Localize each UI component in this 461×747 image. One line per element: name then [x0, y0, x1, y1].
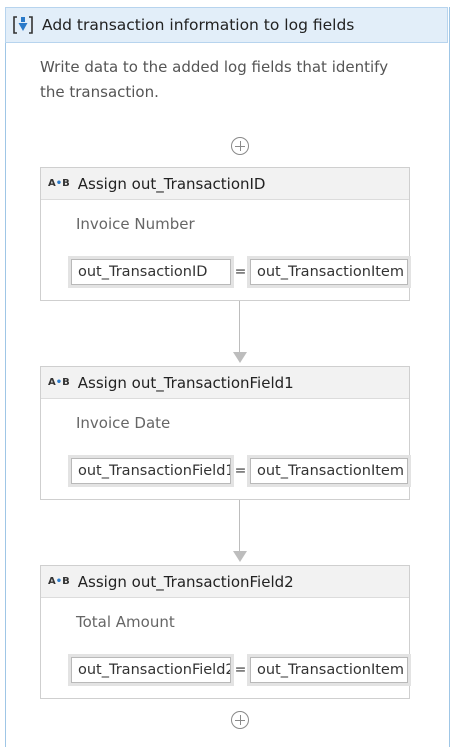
sequence-header[interactable]: Add transaction information to log field… — [5, 7, 448, 43]
sequence-title: Add transaction information to log field… — [42, 16, 355, 34]
activity-annotation: Total Amount — [76, 613, 175, 631]
assign-to-value: out_TransactionField2 — [71, 657, 231, 683]
add-activity-plus-icon[interactable] — [231, 711, 249, 729]
arrow-down-icon — [233, 551, 247, 562]
assign-icon: A•B — [48, 576, 70, 587]
activity-header: A•B Assign out_TransactionID — [41, 168, 409, 200]
add-activity-plus-icon[interactable] — [231, 137, 249, 155]
activity-title: Assign out_TransactionID — [77, 174, 266, 193]
activity-header: A•B Assign out_TransactionField1 — [41, 367, 409, 399]
assign-activity-transaction-field2[interactable]: A•B Assign out_TransactionField2 Total A… — [40, 565, 411, 699]
assign-value: out_TransactionItem — [250, 259, 408, 285]
activity-title: Assign out_TransactionField1 — [77, 373, 294, 392]
equals-sign: = — [234, 463, 247, 479]
assign-icon: A•B — [48, 377, 70, 388]
assign-value-field[interactable]: out_TransactionItem — [247, 256, 411, 288]
assign-activity-transaction-id[interactable]: A•B Assign out_TransactionID Invoice Num… — [40, 167, 411, 301]
connector-line — [239, 301, 240, 354]
assign-value-field[interactable]: out_TransactionItem — [247, 654, 411, 686]
workflow-designer: Add transaction information to log field… — [0, 0, 461, 747]
assign-to-field[interactable]: out_TransactionField2 — [68, 654, 234, 686]
assign-value: out_TransactionItem — [250, 657, 408, 683]
equals-sign: = — [234, 264, 247, 280]
sequence-description: Write data to the added log fields that … — [40, 58, 389, 101]
arrow-down-icon — [233, 352, 247, 363]
activity-header: A•B Assign out_TransactionField2 — [41, 566, 409, 598]
connector-line — [239, 500, 240, 553]
equals-sign: = — [234, 662, 247, 678]
assign-to-value: out_TransactionID — [71, 259, 231, 285]
assign-to-field[interactable]: out_TransactionID — [68, 256, 234, 288]
assign-activity-transaction-field1[interactable]: A•B Assign out_TransactionField1 Invoice… — [40, 366, 411, 500]
assign-to-value: out_TransactionField1 — [71, 458, 231, 484]
assign-value-field[interactable]: out_TransactionItem — [247, 455, 411, 487]
activity-annotation: Invoice Date — [76, 414, 171, 432]
activity-annotation: Invoice Number — [76, 215, 195, 233]
activity-title: Assign out_TransactionField2 — [77, 572, 294, 591]
assign-icon: A•B — [48, 178, 70, 189]
assign-value: out_TransactionItem — [250, 458, 408, 484]
sequence-bracket-icon — [12, 13, 34, 37]
assign-to-field[interactable]: out_TransactionField1 — [68, 455, 234, 487]
